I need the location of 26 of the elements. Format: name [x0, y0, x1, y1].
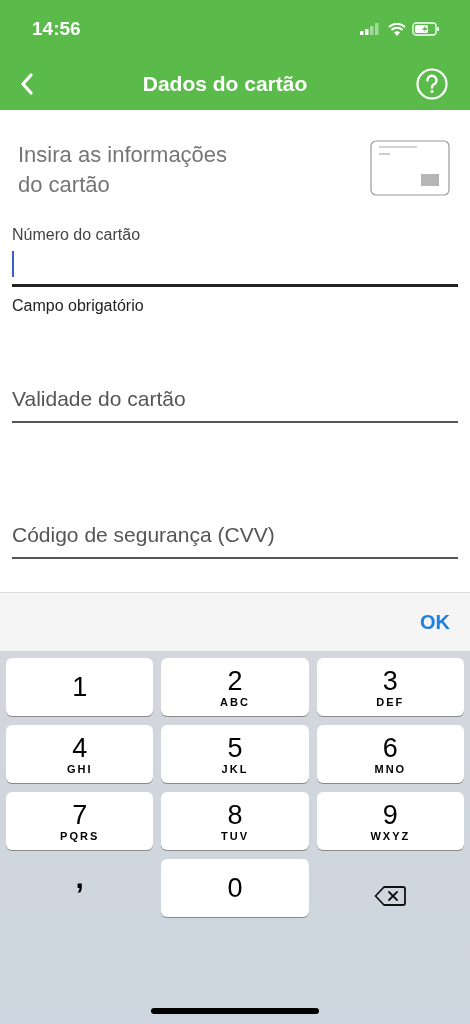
- keypad-key[interactable]: ,: [6, 859, 154, 917]
- help-icon: [416, 68, 448, 100]
- keypad-key[interactable]: 3 DEF: [316, 658, 464, 716]
- ok-button[interactable]: OK: [420, 608, 450, 636]
- field-label: Número do cartão: [12, 226, 142, 244]
- keypad-key[interactable]: 4 GHI: [6, 725, 154, 783]
- signal-icon: [360, 23, 382, 35]
- keypad-key[interactable]: 5 JKL: [161, 725, 309, 783]
- status-time: 14:56: [32, 18, 81, 40]
- keypad-key[interactable]: 8 TUV: [161, 792, 309, 850]
- keypad-key[interactable]: 2 ABC: [161, 658, 309, 716]
- card-icon: [370, 140, 450, 196]
- battery-icon: [412, 22, 440, 36]
- text-input[interactable]: Validade do cartão: [12, 387, 458, 423]
- wifi-icon: [388, 22, 406, 36]
- keypad-key[interactable]: 9 WXYZ: [316, 792, 464, 850]
- keypad-key[interactable]: 1: [6, 658, 154, 716]
- keypad-key[interactable]: 6 MNO: [316, 725, 464, 783]
- helper-text: Campo obrigatório: [12, 297, 145, 315]
- keypad-key[interactable]: 7 PQRS: [6, 792, 154, 850]
- intro-text: Insira as informações do cartão: [18, 141, 229, 199]
- screen-title: Dados do cartão: [142, 72, 308, 96]
- keypad-key[interactable]: 0: [161, 859, 309, 917]
- text-input[interactable]: Código de segurança (CVV): [12, 523, 458, 559]
- delete-icon: [374, 885, 407, 907]
- chevron-left-icon: [20, 73, 34, 95]
